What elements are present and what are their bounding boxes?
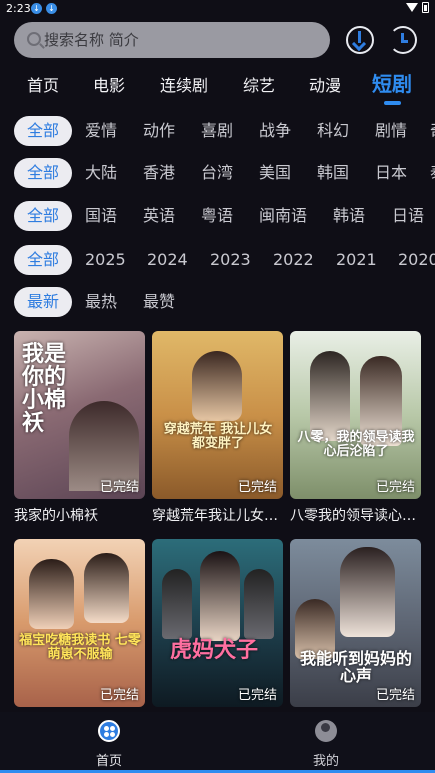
filter-chip[interactable]: 日本: [375, 158, 407, 188]
filter-chip[interactable]: 泰: [430, 158, 435, 188]
category-tabs: 首页 电影 连续剧 综艺 动漫 短剧: [0, 66, 435, 106]
poster-title-art: 我是你的小棉袄: [22, 341, 67, 437]
filter-chip[interactable]: 2023: [210, 245, 251, 275]
card-title: 八零我的领导读心后沦陷了: [290, 508, 421, 524]
download-notification-icon: ↓: [46, 3, 57, 14]
status-badge: 已完结: [99, 480, 139, 495]
poster-title-art: 我能听到妈妈的心声: [299, 649, 412, 685]
tab-anime[interactable]: 动漫: [309, 72, 341, 96]
download-notification-icon: ↓: [31, 3, 42, 14]
status-badge: 已完结: [375, 688, 415, 703]
poster-title-art: 八零，我的领导读我心后沦陷了: [297, 430, 415, 459]
filter-chip[interactable]: 闽南语: [259, 201, 307, 231]
search-bar[interactable]: [14, 22, 330, 58]
poster-title-art: 虎妈犬子: [170, 637, 259, 663]
filter-chip[interactable]: 2020: [398, 245, 435, 275]
filter-chip[interactable]: 剧情: [375, 116, 407, 146]
tab-variety[interactable]: 综艺: [243, 72, 275, 96]
poster-title-art: 福宝吃糖我读书 七零萌崽不服输: [19, 633, 141, 662]
filter-chip[interactable]: 科幻: [317, 116, 349, 146]
tab-home[interactable]: 首页: [27, 72, 59, 96]
filter-chip-selected[interactable]: 全部: [14, 116, 72, 146]
status-bar: 2:23 ↓ ↓: [0, 0, 435, 18]
filter-sort: 最新 最热 最赞: [0, 287, 435, 321]
filter-chip[interactable]: 香港: [143, 158, 175, 188]
poster-image: 我是你的小棉袄 已完结: [14, 331, 145, 499]
filter-chip[interactable]: 最赞: [143, 287, 175, 317]
status-time: 2:23: [6, 2, 31, 15]
filter-chip-selected[interactable]: 最新: [14, 287, 72, 317]
filter-chip[interactable]: 美国: [259, 158, 291, 188]
filter-genre: 全部 爱情 动作 喜剧 战争 科幻 剧情 奇: [0, 116, 435, 150]
status-badge: 已完结: [375, 480, 415, 495]
filter-chip[interactable]: 台湾: [201, 158, 233, 188]
status-badge: 已完结: [237, 480, 277, 495]
filter-year: 全部 2025 2024 2023 2022 2021 2020: [0, 245, 435, 279]
search-icon: [27, 32, 41, 46]
poster-image: 穿越荒年 我让儿女都变胖了 已完结: [152, 331, 283, 499]
tab-movie[interactable]: 电影: [93, 72, 125, 96]
filter-chip[interactable]: 韩国: [317, 158, 349, 188]
battery-icon: [422, 2, 429, 13]
filter-chip[interactable]: 粤语: [201, 201, 233, 231]
filter-region: 全部 大陆 香港 台湾 美国 韩国 日本 泰: [0, 158, 435, 192]
nav-mine[interactable]: 我的: [296, 720, 356, 769]
status-badge: 已完结: [237, 688, 277, 703]
filter-chip[interactable]: 最热: [85, 287, 117, 317]
home-icon: [98, 720, 120, 742]
nav-label: 我的: [312, 754, 339, 769]
bottom-nav: 首页 我的: [0, 712, 435, 773]
poster-image: 虎妈犬子 已完结: [152, 539, 283, 707]
filter-chip[interactable]: 英语: [143, 201, 175, 231]
poster-title-art: 穿越荒年 我让儿女都变胖了: [163, 422, 273, 451]
filter-chip[interactable]: 2022: [273, 245, 314, 275]
filter-chip[interactable]: 奇: [430, 116, 435, 146]
filter-chip[interactable]: 大陆: [85, 158, 117, 188]
nav-home[interactable]: 首页: [79, 720, 139, 769]
wifi-icon: [406, 3, 418, 12]
filter-chip-selected[interactable]: 全部: [14, 201, 72, 231]
filter-chip[interactable]: 日语: [392, 201, 424, 231]
status-badge: 已完结: [99, 688, 139, 703]
tab-short-drama[interactable]: 短剧: [372, 68, 412, 97]
filter-chip[interactable]: 喜剧: [201, 116, 233, 146]
poster-image: 我能听到妈妈的心声 已完结: [290, 539, 421, 707]
filter-chip[interactable]: 2024: [147, 245, 188, 275]
filter-language: 全部 国语 英语 粤语 闽南语 韩语 日语 其: [0, 201, 435, 235]
poster-image: 八零，我的领导读我心后沦陷了 已完结: [290, 331, 421, 499]
search-input[interactable]: [44, 22, 314, 58]
tab-indicator: [384, 101, 401, 105]
filter-chip[interactable]: 韩语: [333, 201, 365, 231]
card-title: 穿越荒年我让儿女都变胖了: [152, 508, 283, 524]
filter-chip[interactable]: 爱情: [85, 116, 117, 146]
filter-chip[interactable]: 2021: [336, 245, 377, 275]
filter-chip[interactable]: 2025: [85, 245, 126, 275]
history-icon[interactable]: [389, 26, 417, 54]
card-title: 我家的小棉袄: [14, 508, 98, 524]
profile-icon: [315, 720, 337, 742]
status-icons: [406, 2, 429, 13]
tab-series[interactable]: 连续剧: [160, 72, 208, 96]
download-icon[interactable]: [346, 26, 374, 54]
filter-chip-selected[interactable]: 全部: [14, 158, 72, 188]
filter-chip-selected[interactable]: 全部: [14, 245, 72, 275]
nav-label: 首页: [95, 754, 122, 769]
filter-chip[interactable]: 国语: [85, 201, 117, 231]
filter-chip[interactable]: 动作: [143, 116, 175, 146]
poster-image: 福宝吃糖我读书 七零萌崽不服输 已完结: [14, 539, 145, 707]
filter-chip[interactable]: 战争: [259, 116, 291, 146]
